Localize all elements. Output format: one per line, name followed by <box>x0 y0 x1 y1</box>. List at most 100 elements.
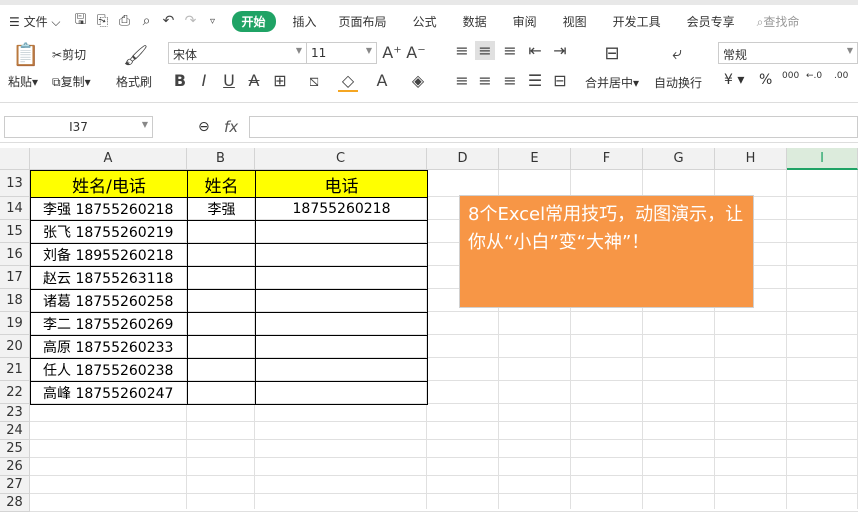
redo-icon[interactable]: ↷ <box>180 13 202 29</box>
text-box[interactable]: 8个Excel常用技巧，动图演示，让你从“小白”变“大神”！ <box>459 195 754 308</box>
column-header-E[interactable]: E <box>499 148 571 170</box>
table-cell[interactable] <box>255 335 428 359</box>
print-preview-icon[interactable]: ⌕ <box>136 13 158 29</box>
customize-icon[interactable]: ▿ <box>202 16 224 27</box>
table-cell[interactable] <box>255 243 428 267</box>
copy-button[interactable]: ⧉复制▾ <box>52 73 91 90</box>
row-header-16[interactable]: 16 <box>0 243 30 266</box>
tab-data[interactable]: 数据 <box>450 13 500 30</box>
column-header-B[interactable]: B <box>187 148 255 170</box>
currency-button[interactable]: ¥ ▾ <box>724 72 744 88</box>
table-cell[interactable] <box>255 266 428 290</box>
column-header-G[interactable]: G <box>643 148 715 170</box>
row-header-25[interactable]: 25 <box>0 440 30 458</box>
align-middle-icon[interactable]: ≡ <box>475 41 495 60</box>
row-header-14[interactable]: 14 <box>0 197 30 220</box>
table-cell[interactable] <box>187 358 256 382</box>
font-color-icon[interactable]: A <box>372 71 392 90</box>
formula-input[interactable] <box>249 116 858 138</box>
align-right-icon[interactable]: ≡ <box>500 71 520 90</box>
wrap-icon[interactable]: ⤶ <box>667 43 687 64</box>
table-cell[interactable] <box>255 358 428 382</box>
italic-icon[interactable]: I <box>194 71 214 90</box>
export-icon[interactable]: ⎘ <box>92 13 114 29</box>
merge-center-button[interactable]: 合并居中▾ <box>585 74 639 91</box>
table-cell[interactable] <box>187 243 256 267</box>
format-painter-icon[interactable]: 🖌 <box>123 43 148 67</box>
font-select[interactable]: 宋体 ▼ <box>168 42 307 64</box>
row-header-22[interactable]: 22 <box>0 381 30 404</box>
decrease-font-icon[interactable]: A⁻ <box>406 43 426 62</box>
column-header-A[interactable]: A <box>30 148 187 170</box>
row-header-28[interactable]: 28 <box>0 494 30 512</box>
tab-view[interactable]: 视图 <box>550 13 600 30</box>
border-icon[interactable]: ⊞ <box>270 71 290 90</box>
row-header-13[interactable]: 13 <box>0 170 30 197</box>
column-header-D[interactable]: D <box>427 148 499 170</box>
table-cell[interactable] <box>255 312 428 336</box>
row-header-17[interactable]: 17 <box>0 266 30 289</box>
column-header-C[interactable]: C <box>255 148 427 170</box>
row-header-20[interactable]: 20 <box>0 335 30 358</box>
indent-decrease-icon[interactable]: ⇤ <box>525 41 545 60</box>
row-header-19[interactable]: 19 <box>0 312 30 335</box>
increase-font-icon[interactable]: A⁺ <box>382 43 402 62</box>
name-box[interactable]: I37 ▼ <box>4 116 153 138</box>
row-header-26[interactable]: 26 <box>0 458 30 476</box>
file-menu[interactable]: ☰ 文件 ⌵ <box>0 13 70 30</box>
table-header-cell[interactable]: 电话 <box>255 170 428 198</box>
row-header-15[interactable]: 15 <box>0 220 30 243</box>
table-cell[interactable]: 诸葛 18755260258 <box>30 289 188 313</box>
format-painter-button[interactable]: 格式刷 <box>116 73 152 90</box>
table-cell[interactable] <box>187 266 256 290</box>
tab-formulas[interactable]: 公式 <box>400 13 450 30</box>
tab-page-layout[interactable]: 页面布局 <box>326 13 400 30</box>
tab-review[interactable]: 审阅 <box>500 13 550 30</box>
undo-icon[interactable]: ↶ <box>158 13 180 29</box>
table-cell[interactable]: 赵云 18755263118 <box>30 266 188 290</box>
table-cell[interactable]: 张飞 18755260219 <box>30 220 188 244</box>
tab-member[interactable]: 会员专享 <box>674 13 748 30</box>
justify-icon[interactable]: ☰ <box>525 71 545 90</box>
underline-icon[interactable]: U <box>219 71 239 90</box>
table-cell[interactable] <box>255 289 428 313</box>
column-header-F[interactable]: F <box>571 148 643 170</box>
table-cell[interactable] <box>187 289 256 313</box>
paste-icon[interactable]: 📋 <box>12 43 39 68</box>
table-header-cell[interactable]: 姓名/电话 <box>30 170 188 198</box>
merge-icon[interactable]: ⊟ <box>602 43 622 64</box>
select-all-corner[interactable] <box>0 148 30 170</box>
cell-style-icon[interactable]: ⧅ <box>304 71 324 91</box>
row-header-21[interactable]: 21 <box>0 358 30 381</box>
zoom-formula-icon[interactable]: ⊖ <box>198 119 210 135</box>
align-left-icon[interactable]: ≡ <box>452 71 472 90</box>
table-cell[interactable]: 李强 <box>187 197 256 221</box>
tab-developer[interactable]: 开发工具 <box>600 13 674 30</box>
tab-home[interactable]: 开始 <box>231 10 276 32</box>
table-cell[interactable]: 任人 18755260238 <box>30 358 188 382</box>
table-cell[interactable] <box>187 220 256 244</box>
clear-icon[interactable]: ◈ <box>408 71 428 90</box>
print-icon[interactable]: ⎙ <box>114 13 136 29</box>
align-center-icon[interactable]: ≡ <box>475 71 495 90</box>
number-format-select[interactable]: 常规 ▼ <box>718 42 858 64</box>
search-command[interactable]: ⌕查找命 <box>748 13 809 30</box>
tab-insert[interactable]: 插入 <box>284 13 326 30</box>
table-cell[interactable] <box>255 381 428 405</box>
percent-button[interactable]: % <box>759 72 772 88</box>
table-cell[interactable]: 高原 18755260233 <box>30 335 188 359</box>
table-cell[interactable] <box>187 381 256 405</box>
column-header-I[interactable]: I <box>787 148 858 170</box>
bold-icon[interactable]: B <box>170 71 190 90</box>
align-top-icon[interactable]: ≡ <box>452 41 472 60</box>
fill-color-icon[interactable]: ◇ <box>338 71 358 92</box>
decrease-decimal-button[interactable]: .00 <box>834 71 848 81</box>
table-cell[interactable]: 李强 18755260218 <box>30 197 188 221</box>
table-header-cell[interactable]: 姓名 <box>187 170 256 198</box>
fx-button[interactable]: fx <box>224 118 238 136</box>
table-cell[interactable]: 18755260218 <box>255 197 428 221</box>
table-cell[interactable]: 高峰 18755260247 <box>30 381 188 405</box>
save-icon[interactable]: 🖫 <box>70 9 92 33</box>
table-cell[interactable] <box>187 312 256 336</box>
cut-button[interactable]: ✂剪切 <box>52 46 86 63</box>
